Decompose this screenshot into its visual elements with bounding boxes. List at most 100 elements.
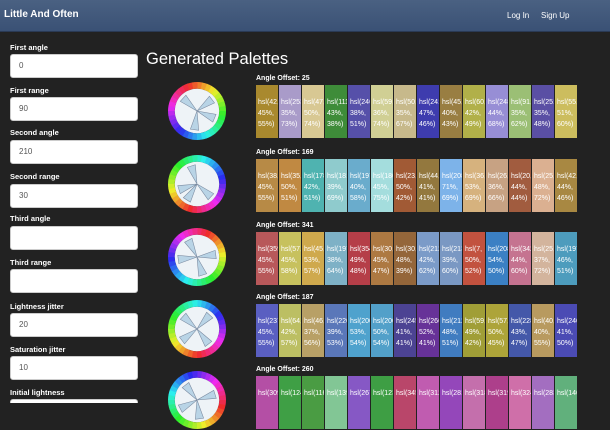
color-swatch[interactable]: hsl(55, 51%, 60%) bbox=[555, 85, 577, 138]
swatch-hsl-text: hsl(253, 35%, 73%) bbox=[281, 99, 301, 128]
swatch-hsl-text: hsl(266, 52%, 41%) bbox=[419, 318, 439, 347]
swatch-hsl-text: hsl(7, 50%, 52%) bbox=[465, 246, 483, 275]
swatch-hsl-text: hsl(59, 36%, 74%) bbox=[373, 99, 393, 128]
swatch-hsl-text: hsl(248, 44%, 68%) bbox=[488, 99, 508, 128]
color-swatch[interactable]: hsl(240, 41%, 50%) bbox=[555, 304, 577, 357]
color-swatch[interactable]: hsl(253, 35%, 73%) bbox=[279, 85, 301, 138]
color-swatch[interactable]: hsl(237, 45%, 55%) bbox=[256, 304, 278, 357]
color-swatch[interactable]: hsl(245, 41%, 41%) bbox=[394, 304, 416, 357]
color-swatch[interactable]: hsl(266, 52%, 41%) bbox=[417, 304, 439, 357]
color-swatch[interactable]: hsl(354, 49%, 48%) bbox=[348, 232, 370, 285]
color-swatch[interactable]: hsl(241, 47%, 46%) bbox=[417, 85, 439, 138]
third-range-input[interactable] bbox=[10, 269, 138, 293]
color-swatch[interactable]: hsl(213, 39%, 60%) bbox=[440, 232, 462, 285]
swatch-hsl-text: hsl(46, 37%, 56%) bbox=[304, 318, 324, 347]
color-swatch[interactable]: hsl(212, 42%, 62%) bbox=[417, 232, 439, 285]
signup-link[interactable]: Sign Up bbox=[541, 11, 569, 20]
color-swatch[interactable]: hsl(7, 50%, 52%) bbox=[463, 232, 485, 285]
color-swatch[interactable]: hsl(26, 36%, 66%) bbox=[486, 159, 508, 212]
swatch-hsl-text: hsl(309, bbox=[258, 390, 278, 397]
swatch-hsl-text: hsl(208, 71%, 69%) bbox=[442, 173, 462, 202]
color-swatch[interactable]: hsl(248, 44%, 68%) bbox=[486, 85, 508, 138]
swatch-hsl-text: hsl(57, 50%, 45%) bbox=[488, 318, 508, 347]
color-swatch[interactable]: hsl(208, 71%, 69%) bbox=[440, 159, 462, 212]
color-swatch[interactable]: hsl(208, 54%, 50%) bbox=[486, 232, 508, 285]
second-angle-label: Second angle bbox=[10, 128, 59, 137]
swatch-hsl-text: hsl(181, 39%, 69%) bbox=[327, 173, 347, 202]
color-swatch[interactable]: hsl(57, 50%, 45%) bbox=[486, 304, 508, 357]
color-swatch[interactable]: hsl(197, 46%, 51%) bbox=[555, 232, 577, 285]
swatch-hsl-text: hsl(354, 49%, 48%) bbox=[350, 246, 370, 275]
color-swatch[interactable]: hsl(44, 41%, 41%) bbox=[417, 159, 439, 212]
brand-logo-link[interactable]: Little And Often bbox=[4, 9, 79, 20]
color-swatch[interactable]: hsl(91, 35%, 62%) bbox=[509, 85, 531, 138]
color-swatch[interactable]: hsl(181, 39%, 69%) bbox=[325, 159, 347, 212]
third-angle-label: Third angle bbox=[10, 214, 51, 223]
color-swatch[interactable]: hsl(23, 50%, 42%) bbox=[394, 159, 416, 212]
color-swatch[interactable]: hsl(59, 49%, 42%) bbox=[463, 304, 485, 357]
login-link[interactable]: Log In bbox=[507, 11, 529, 20]
color-swatch[interactable]: hsl(35, 50%, 51%) bbox=[279, 159, 301, 212]
color-swatch[interactable]: hsl(50, 35%, 67%) bbox=[394, 85, 416, 138]
color-swatch[interactable]: hsl(359, 45%, 55%) bbox=[256, 232, 278, 285]
color-swatch[interactable]: hsl(200, 50%, 54%) bbox=[371, 304, 393, 357]
color-swatch[interactable]: hsl(45, 53%, 57%) bbox=[302, 232, 324, 285]
color-swatch[interactable]: hsl(57, 45%, 58%) bbox=[279, 232, 301, 285]
color-swatch[interactable]: hsl(20, 44%, 44%) bbox=[509, 159, 531, 212]
color-swatch[interactable]: hsl(47, 50%, 74%) bbox=[302, 85, 324, 138]
color-swatch[interactable]: hsl(25, 48%, 72%) bbox=[532, 159, 554, 212]
color-swatch[interactable]: hsl(30, 45%, 47%) bbox=[371, 232, 393, 285]
angle-offset-label: Angle Offset: 187 bbox=[256, 294, 314, 301]
swatch-hsl-text: hsl(30, 48%, 39%) bbox=[396, 246, 416, 275]
swatch-hsl-text: hsl(45, 40%, 43%) bbox=[442, 99, 462, 128]
color-swatch[interactable]: hsl(111, 43%, 38%) bbox=[325, 85, 347, 138]
saturation-jitter-input[interactable]: 10 bbox=[10, 356, 138, 380]
color-swatch[interactable]: hsl(42, 44%, 46%) bbox=[555, 159, 577, 212]
swatch-hsl-text: hsl(57, 45%, 58%) bbox=[281, 246, 301, 275]
swatch-hsl-text: hsl(55, 51%, 60%) bbox=[557, 99, 577, 128]
color-swatch[interactable]: hsl(220, 39%, 53%) bbox=[325, 304, 347, 357]
color-swatch[interactable]: hsl(64, 42%, 57%) bbox=[279, 304, 301, 357]
swatch-hsl-text: hsl(36, 53%, 69%) bbox=[465, 173, 485, 202]
color-swatch[interactable]: hsl(200, 53%, 54%) bbox=[348, 304, 370, 357]
color-swatch[interactable]: hsl(178, 42%, 51%) bbox=[302, 159, 324, 212]
swatch-hsl-text: hsl(23, 50%, 42%) bbox=[396, 173, 416, 202]
swatch-hsl-text: hsl(212, 42%, 62%) bbox=[419, 246, 439, 275]
swatch-hsl-text: hsl(178, 42%, 51%) bbox=[304, 173, 324, 202]
color-swatch[interactable]: hsl(59, 36%, 74%) bbox=[371, 85, 393, 138]
color-swatch[interactable]: hsl(25, 37%, 72%) bbox=[532, 232, 554, 285]
color-swatch[interactable]: hsl(197, 40%, 58%) bbox=[348, 159, 370, 212]
angle-offset-label: Angle Offset: 260 bbox=[256, 366, 314, 373]
first-range-input[interactable]: 90 bbox=[10, 97, 138, 121]
color-swatch[interactable]: hsl(246, 38%, 51%) bbox=[348, 85, 370, 138]
swatch-hsl-text: hsl(283, bbox=[534, 390, 554, 397]
second-range-input[interactable]: 30 bbox=[10, 184, 138, 208]
color-swatch[interactable]: hsl(30, 48%, 39%) bbox=[394, 232, 416, 285]
initial-lightness-input[interactable] bbox=[10, 399, 138, 403]
color-swatch[interactable]: hsl(60, 42%, 49%) bbox=[463, 85, 485, 138]
color-swatch[interactable]: hsl(180, 45%, 75%) bbox=[371, 159, 393, 212]
first-angle-input[interactable]: 0 bbox=[10, 54, 138, 78]
color-swatch[interactable]: hsl(212, 48%, 51%) bbox=[440, 304, 462, 357]
swatch-hsl-text: hsl(251, 35%, 48%) bbox=[534, 99, 554, 128]
color-swatch[interactable]: hsl(42, 45%, 55%) bbox=[256, 85, 278, 138]
swatch-hsl-text: hsl(200, 53%, 54%) bbox=[350, 318, 370, 347]
swatch-hsl-text: hsl(220, 39%, 53%) bbox=[327, 318, 347, 347]
color-swatch[interactable]: hsl(45, 40%, 43%) bbox=[440, 85, 462, 138]
swatch-hsl-text: hsl(47, 50%, 74%) bbox=[304, 99, 324, 128]
second-angle-input[interactable]: 210 bbox=[10, 140, 138, 164]
color-swatch[interactable]: hsl(228, 43%, 47%) bbox=[509, 304, 531, 357]
swatch-hsl-text: hsl(59, 49%, 42%) bbox=[465, 318, 485, 347]
swatch-hsl-text: hsl(40, 40%, 55%) bbox=[534, 318, 554, 347]
color-swatch[interactable]: hsl(38, 45%, 55%) bbox=[256, 159, 278, 212]
swatch-hsl-text: hsl(25, 37%, 72%) bbox=[534, 246, 554, 275]
color-swatch[interactable]: hsl(36, 53%, 69%) bbox=[463, 159, 485, 212]
color-swatch[interactable]: hsl(197, 38%, 64%) bbox=[325, 232, 347, 285]
color-swatch[interactable]: hsl(251, 35%, 48%) bbox=[532, 85, 554, 138]
third-angle-input[interactable] bbox=[10, 226, 138, 250]
color-swatch[interactable]: hsl(40, 40%, 55%) bbox=[532, 304, 554, 357]
color-swatch[interactable]: hsl(46, 37%, 56%) bbox=[302, 304, 324, 357]
color-swatch[interactable]: hsl(342, 44%, 60%) bbox=[509, 232, 531, 285]
swatch-hsl-text: hsl(124, bbox=[281, 390, 301, 397]
lightness-jitter-input[interactable]: 20 bbox=[10, 313, 138, 337]
